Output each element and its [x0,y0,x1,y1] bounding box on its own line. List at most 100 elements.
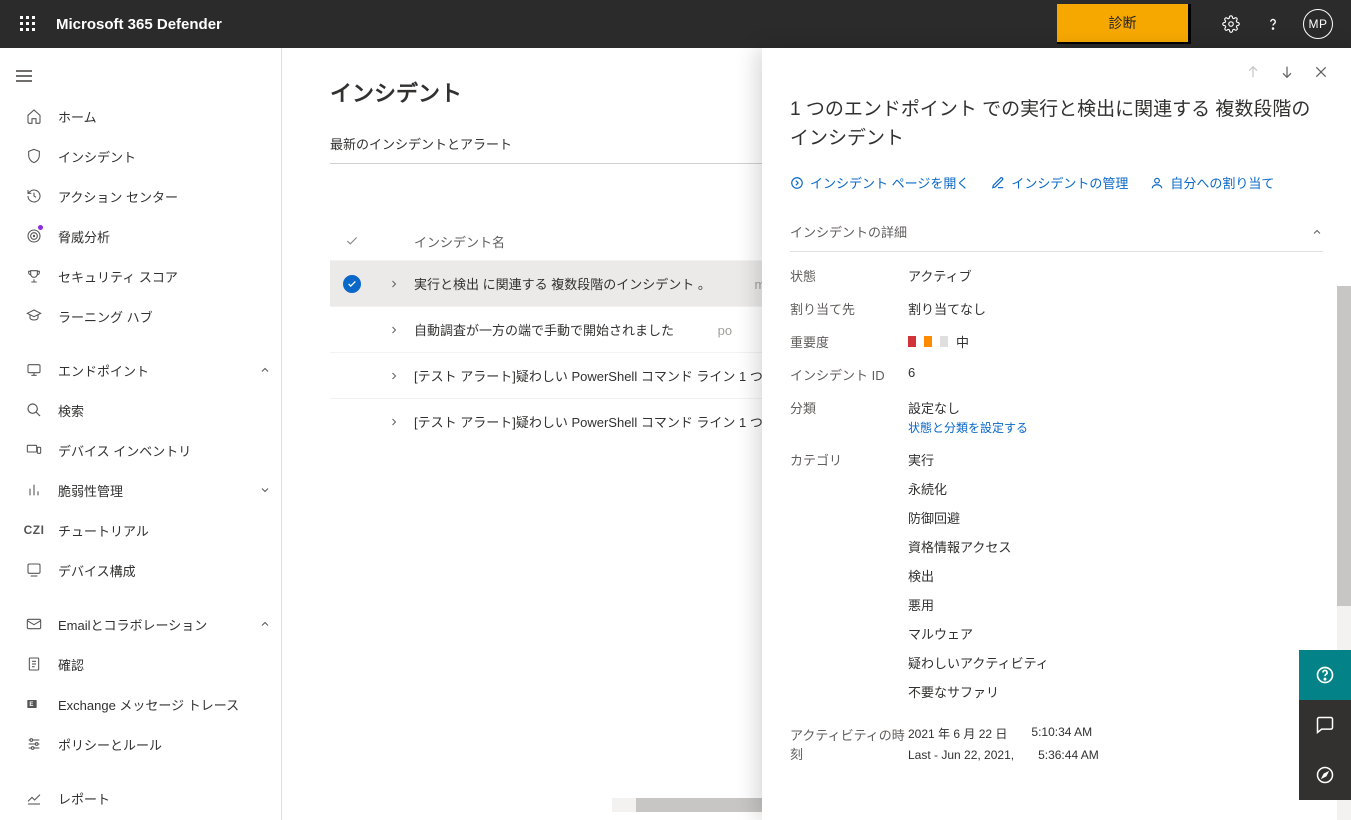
nav-device-config[interactable]: デバイス構成 [0,550,281,590]
category-item: 検出 [908,566,1323,595]
label-category: カテゴリ [790,450,908,711]
open-incident-page-button[interactable]: インシデント ページを開く [790,173,969,192]
severity-text: 中 [956,332,969,351]
category-item: マルウェア [908,624,1323,653]
details-pane: 1 つのエンドポイント での実行と検出に関連する 複数段階のインシデント インシ… [762,48,1351,820]
category-item: 不要なサファリ [908,682,1323,711]
nav-label: 脆弱性管理 [58,481,123,500]
app-launcher-icon[interactable] [12,8,44,40]
endpoint-icon [20,362,48,378]
row-checkbox[interactable] [343,275,361,293]
history-icon [20,188,48,204]
chevron-down-icon [259,484,271,496]
pane-title: 1 つのエンドポイント での実行と検出に関連する 複数段階のインシデント [762,96,1351,153]
chevron-up-icon [259,364,271,376]
nav-incidents[interactable]: インシデント [0,136,281,176]
diagnostics-button[interactable]: 診断 [1057,4,1191,44]
nav-collapse-icon[interactable] [0,56,48,96]
expand-icon[interactable] [388,370,400,382]
nav-secure-score[interactable]: セキュリティ スコア [0,256,281,296]
value-severity: 中 [908,332,1323,351]
header-check[interactable] [330,234,374,248]
user-avatar[interactable]: MP [1303,9,1333,39]
prev-icon[interactable] [1245,64,1261,80]
nav-label: レポート [58,789,110,808]
assign-to-me-button[interactable]: 自分への割り当て [1150,173,1274,192]
nav-endpoint[interactable]: エンドポイント [0,350,281,390]
nav-tutorial[interactable]: CZI チュートリアル [0,510,281,550]
set-classification-link[interactable]: 状態と分類を設定する [908,419,1323,436]
category-item: 悪用 [908,595,1323,624]
action-label: 自分への割り当て [1170,173,1274,192]
close-icon[interactable] [1313,64,1329,80]
section-incident-details[interactable]: インシデントの詳細 [790,204,1323,252]
czi-icon: CZI [20,523,48,537]
nav-label: ラーニング ハブ [58,307,153,326]
nav-search[interactable]: 検索 [0,390,281,430]
product-name: Microsoft 365 Defender [56,16,222,33]
svg-text:E: E [29,702,33,708]
vuln-icon [20,482,48,498]
home-icon [20,108,48,124]
sliders-icon [20,736,48,752]
nav-report[interactable]: レポート [0,778,281,818]
value-assigned: 割り当てなし [908,299,1323,318]
nav-home[interactable]: ホーム [0,96,281,136]
label-classification: 分類 [790,398,908,436]
exchange-icon: E [20,696,48,712]
search-icon [20,402,48,418]
label-assigned: 割り当て先 [790,299,908,318]
severity-bar-icon [940,336,948,347]
settings-icon[interactable] [1219,12,1243,36]
label-status: 状態 [790,266,908,285]
category-item: 永続化 [908,479,1323,508]
compass-button[interactable] [1299,750,1351,800]
tab-latest[interactable]: 最新のインシデントとアラート [330,134,512,153]
expand-icon[interactable] [388,416,400,428]
action-label: インシデントの管理 [1011,173,1128,192]
value-categories: 実行永続化防御回避資格情報アクセス検出悪用マルウェア疑わしいアクティビティ不要な… [908,450,1323,711]
nav-label: ポリシーとルール [58,735,162,754]
category-item: 防御回避 [908,508,1323,537]
nav-label: エンドポイント [58,361,149,380]
pane-body: インシデントの詳細 状態アクティブ 割り当て先割り当てなし 重要度 中 インシデ… [762,204,1351,820]
nav-label: 脅威分析 [58,227,110,246]
help-icon[interactable] [1261,12,1285,36]
next-icon[interactable] [1279,64,1295,80]
nav-policies-rules[interactable]: ポリシーとルール [0,724,281,764]
nav-action-center[interactable]: アクション センター [0,176,281,216]
nav-label: アクション センター [58,187,178,206]
report-icon [20,790,48,806]
nav-threat-analytics[interactable]: 脅威分析 [0,216,281,256]
nav-label: 確認 [58,655,84,674]
category-item: 疑わしいアクティビティ [908,653,1323,682]
nav-label: インシデント [58,147,136,166]
nav-learning-hub[interactable]: ラーニング ハブ [0,296,281,336]
help-button[interactable] [1299,650,1351,700]
manage-incident-button[interactable]: インシデントの管理 [991,173,1128,192]
nav-label: チュートリアル [58,521,149,540]
value-classification: 設定なし 状態と分類を設定する [908,398,1323,436]
expand-icon[interactable] [388,278,400,290]
notification-dot-icon [38,225,43,230]
chevron-up-icon [1311,226,1323,238]
value-status: アクティブ [908,266,1323,285]
nav-exchange-trace[interactable]: E Exchange メッセージ トレース [0,684,281,724]
device-icon [20,442,48,458]
nav-label: デバイス インベントリ [58,441,191,460]
mail-icon [20,616,48,632]
nav-review[interactable]: 確認 [0,644,281,684]
sidebar: ホーム インシデント アクション センター 脅威分析 セキュリティ スコア ラー… [0,48,282,820]
nav-device-inventory[interactable]: デバイス インベントリ [0,430,281,470]
action-label: インシデント ページを開く [810,173,969,192]
radar-icon [20,228,48,244]
severity-bar-icon [924,336,932,347]
feedback-button[interactable] [1299,700,1351,750]
nav-email-collab[interactable]: Emailとコラボレーション [0,604,281,644]
expand-icon[interactable] [388,324,400,336]
nav-label: ホーム [58,107,97,126]
document-icon [20,656,48,672]
pane-actions: インシデント ページを開く インシデントの管理 自分への割り当て [762,153,1351,204]
nav-vulnerability-management[interactable]: 脆弱性管理 [0,470,281,510]
nav-label: セキュリティ スコア [58,267,178,286]
